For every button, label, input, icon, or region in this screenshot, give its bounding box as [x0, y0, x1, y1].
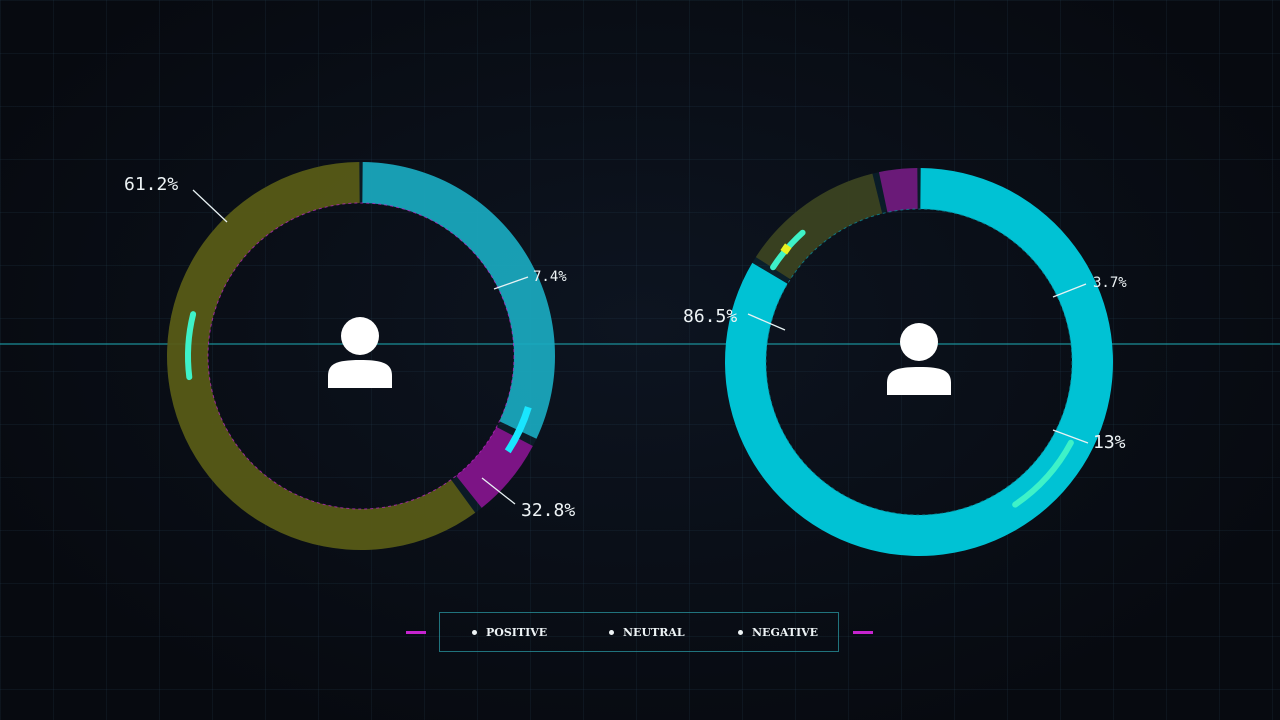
donut-chart-2: 86.5% 3.7% 13% — [683, 168, 1127, 556]
user-icon — [328, 317, 392, 388]
chart-stage: 61.2% 7.4% 32.8% 86.5% 3.7% 13% POSITIVE… — [0, 0, 1280, 720]
legend-label: NEGATIVE — [752, 626, 819, 639]
legend-left-dash — [406, 631, 426, 634]
legend-right-dash — [853, 631, 873, 634]
donut-2-negative-label: 3.7% — [1093, 275, 1127, 291]
user-icon — [887, 323, 951, 395]
legend-dot — [472, 630, 477, 635]
donut-chart-1: 61.2% 7.4% 32.8% — [124, 162, 575, 550]
legend-item-positive[interactable]: POSITIVE — [472, 626, 547, 639]
legend-label: POSITIVE — [486, 626, 548, 639]
donut-1-slice-neutral[interactable] — [166, 162, 476, 550]
donut-1-positive-label: 32.8% — [521, 500, 575, 521]
legend-dot — [738, 630, 743, 635]
donut-1-slice-positive[interactable] — [362, 162, 555, 439]
donut-2-inner-dash — [765, 208, 1073, 516]
legend-label: NEUTRAL — [623, 626, 685, 639]
legend-item-neutral[interactable]: NEUTRAL — [609, 626, 685, 639]
leader-line — [192, 189, 228, 223]
donut-2-positive-label: 86.5% — [683, 306, 737, 327]
donut-1-neutral-label: 61.2% — [124, 174, 178, 195]
legend-item-negative[interactable]: NEGATIVE — [738, 626, 818, 639]
donut-2-neutral-label: 13% — [1093, 432, 1126, 453]
donut-1-negative-label: 7.4% — [533, 269, 567, 285]
donut-1-inner-dash — [207, 202, 515, 510]
legend-box: POSITIVE NEUTRAL NEGATIVE — [439, 612, 839, 652]
legend-dot — [609, 630, 614, 635]
